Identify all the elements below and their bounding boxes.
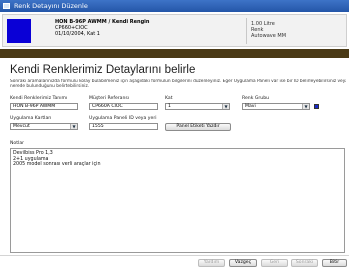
color-group-select[interactable]: Mavi ▼ xyxy=(242,103,310,110)
color-name-input[interactable]: HON B-96P AWMM xyxy=(10,103,78,110)
chevron-down-icon[interactable]: ▼ xyxy=(222,104,229,109)
coat-select[interactable]: 1 ▼ xyxy=(165,103,230,110)
header-band xyxy=(0,49,349,58)
header-divider xyxy=(246,18,247,44)
color-swatch xyxy=(7,19,31,43)
chevron-down-icon[interactable]: ▼ xyxy=(70,124,77,129)
description-line-2: nerede bulunduğunu belirtebilirsiniz. xyxy=(10,84,90,90)
chevron-down-icon[interactable]: ▼ xyxy=(302,104,309,109)
panel-id-label: Uygulama Paneli ID veya yeri xyxy=(89,116,157,121)
print-panel-label-button[interactable]: Panel Etiketi Yazdır xyxy=(165,123,231,131)
notes-textarea[interactable]: Devilbiss Pro 1,3 2+1 uygulama 2005 mode… xyxy=(10,148,345,253)
notes-label: Notlar xyxy=(10,141,25,146)
window-title: Renk Detayını Düzenle xyxy=(14,2,88,10)
application-cards-label: Uygulama Kartları xyxy=(10,116,52,121)
application-cards-select[interactable]: Mevcut ▼ xyxy=(10,123,78,130)
formula-header: HON B-96P AWMM / Kendi Rengin CP660+CIOC… xyxy=(2,14,347,47)
notes-line: 2005 model sonrası verli araçlar için xyxy=(13,162,101,168)
coat-label: Kat xyxy=(165,96,173,101)
back-button[interactable]: Geri xyxy=(261,259,288,267)
color-group-label: Renk Grubu xyxy=(242,96,270,101)
formula-info: HON B-96P AWMM / Kendi Rengin CP660+CIOC… xyxy=(55,19,149,37)
customer-ref-input[interactable]: CP660A CIOC xyxy=(89,103,158,110)
finish-button[interactable]: Bitir xyxy=(322,259,347,267)
help-button[interactable]: Yardım xyxy=(198,259,225,267)
formula-date: 01/10/2004, Kat 1 xyxy=(55,31,100,37)
page-title: Kendi Renklerimiz Detaylarını belirle xyxy=(10,64,196,76)
customer-ref-label: Müşteri Referansı xyxy=(89,96,130,101)
footer-separator xyxy=(0,255,349,256)
color-name-label: Kendi Renklerimiz Tanımı xyxy=(10,96,68,101)
page-description: Sonraki aramalarınızda formülü kolay bul… xyxy=(10,79,346,89)
formula-side-info: 1.00 Litre Renk Autowave MM xyxy=(251,21,286,39)
panel-id-input[interactable]: 1555 xyxy=(89,123,158,130)
app-icon xyxy=(3,3,10,9)
cancel-button[interactable]: Vazgeç xyxy=(229,259,257,267)
color-group-swatch xyxy=(314,104,319,109)
coat-value: 1 xyxy=(168,104,171,109)
color-group-value: Mavi xyxy=(245,104,256,109)
application-cards-value: Mevcut xyxy=(13,124,30,129)
title-bar: Renk Detayını Düzenle xyxy=(0,0,349,12)
side-label-2: Autowave MM xyxy=(251,33,287,39)
next-button[interactable]: Sonraki xyxy=(291,259,318,267)
